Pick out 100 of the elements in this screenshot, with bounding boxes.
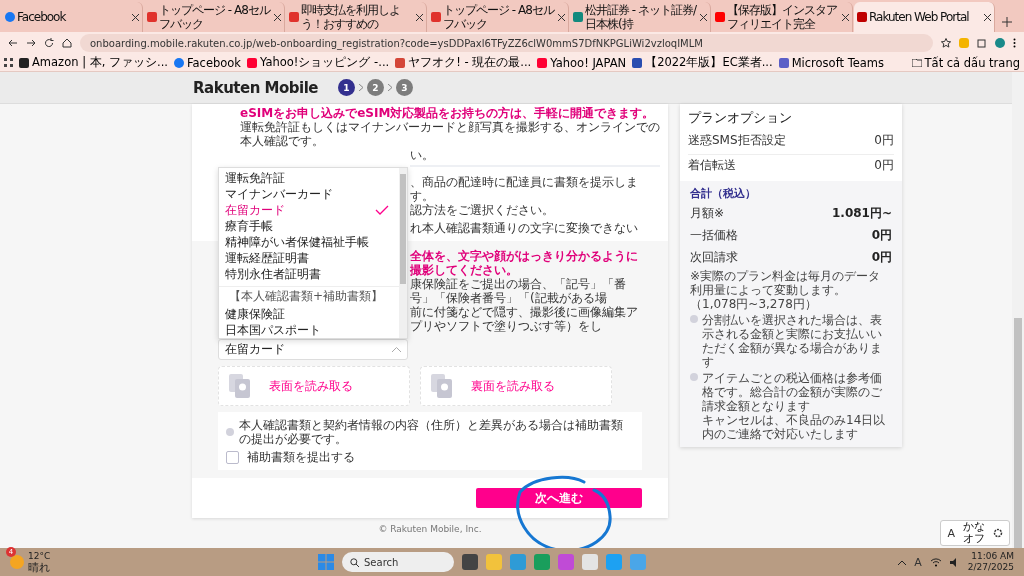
taskbar-search[interactable]: Search: [342, 552, 454, 572]
photo-instruction-text: 前に付箋などで隠す、撮影後に画像編集アプリやソフトで塗りつぶす等）をし: [410, 305, 639, 333]
bullet-text: 分割払いを選択された場合は、表示される金額と実際にお支払いいただく金額が異なる場合があります: [702, 313, 883, 369]
reload-icon[interactable]: [44, 38, 54, 48]
search-icon: [350, 557, 359, 567]
close-icon[interactable]: [558, 13, 565, 21]
favicon-icon: [19, 57, 29, 68]
bookmark-link[interactable]: ヤフオク! - 現在の最...: [395, 55, 532, 70]
step-indicator: 3: [396, 79, 413, 96]
total-label: 一括価格: [690, 228, 738, 242]
dropdown-option[interactable]: 運転免許証: [219, 170, 399, 186]
id-card-icon: [431, 374, 453, 398]
close-icon[interactable]: [274, 13, 281, 21]
ime-mode[interactable]: かな オフ: [963, 521, 985, 545]
logo: Rakuten Mobile: [193, 78, 318, 97]
scan-button[interactable]: 表面を読み取る: [218, 366, 410, 406]
apps-grid-icon[interactable]: [4, 58, 13, 67]
close-icon[interactable]: [842, 13, 849, 21]
option-price: 0円: [874, 158, 894, 172]
bullet-text: アイテムごとの税込価格は参考価格です。総合計の金額が実際のご請求金額となります: [702, 371, 883, 413]
bookmark-link[interactable]: Yahoo! JAPAN: [537, 55, 627, 70]
document-select[interactable]: 在留カード: [218, 339, 408, 360]
dropdown-option[interactable]: 療育手帳: [219, 218, 399, 234]
dropdown-option[interactable]: 在留カード: [219, 202, 399, 218]
bookmark-link[interactable]: Yahoo!ショッピング -...: [247, 55, 390, 70]
clock-time[interactable]: 11:06 AM: [971, 551, 1014, 562]
total-price: 1.081円~: [832, 206, 892, 220]
dropdown-option[interactable]: 特別永住者証明書: [219, 266, 399, 282]
info-icon: [690, 315, 698, 323]
price-note: ※実際のプラン料金は毎月のデータ利用量によって変動します。（1,078円~3,278円）: [690, 269, 882, 311]
scrollbar[interactable]: [399, 168, 407, 338]
total-title: 合計（税込）: [690, 187, 756, 201]
favicon-icon: [537, 57, 548, 68]
total-price: 0円: [871, 228, 892, 242]
copyright-text: © Rakuten Mobile, Inc.: [378, 524, 482, 534]
intro-text: い。: [410, 148, 434, 162]
chevron-icon: [388, 84, 392, 91]
delivery-text: 認方法をご選択ください。: [410, 203, 554, 217]
dropdown-option[interactable]: 運転経歴証明書: [219, 250, 399, 266]
total-label: 月額※: [690, 206, 725, 220]
esim-notice: eSIMをお申し込みでeSIM対応製品をお持ちの方は、手軽に開通できます。: [240, 106, 655, 120]
favicon-icon: [173, 57, 184, 68]
intro-text: 運転免許証もしくはマイナンバーカードと顔写真を撮影する、オンラインでの本人確認です。: [240, 120, 660, 148]
forward-icon[interactable]: [26, 38, 36, 48]
scrollbar[interactable]: [1012, 72, 1024, 548]
supplement-checkbox[interactable]: 補助書類を提出する: [226, 450, 634, 464]
input-language[interactable]: A: [914, 555, 922, 569]
favicon-icon: [395, 57, 406, 68]
folder-icon: [911, 58, 922, 67]
clock-date[interactable]: 2/27/2025: [967, 562, 1014, 573]
option-label: 着信転送: [688, 158, 736, 172]
back-icon[interactable]: [8, 38, 18, 48]
id-card-icon: [229, 374, 251, 398]
bookmark-link[interactable]: 【2022年版】EC業者...: [632, 55, 773, 70]
photo-notice: 全体を、文字や顔がはっきり分かるように撮影してください。: [410, 249, 639, 277]
favicon-icon: [247, 57, 257, 68]
close-icon[interactable]: [984, 13, 991, 21]
conversion-text: れ本人確認書類通りの文字に変換できない: [410, 221, 638, 235]
favicon-icon: [289, 12, 299, 22]
close-icon[interactable]: [132, 13, 139, 21]
dropdown-option[interactable]: 日本国パスポート: [219, 322, 399, 338]
favicon-icon: [431, 12, 441, 22]
info-icon: [690, 373, 698, 381]
chevron-up-icon[interactable]: [898, 559, 907, 565]
settings-icon[interactable]: [993, 528, 1003, 538]
close-icon[interactable]: [416, 13, 423, 21]
supplement-info: 本人確認書類と契約者情報の内容（住所）と差異がある場合は補助書類の提出が必要です。: [239, 418, 624, 446]
chevron-icon: [359, 84, 363, 91]
weather-text: 晴れ: [28, 561, 51, 574]
delivery-text: 、商品の配達時に配達員に書類を提示します。: [410, 175, 639, 203]
temperature-text: 12°C: [28, 550, 51, 562]
home-icon[interactable]: [62, 38, 72, 48]
dropdown-option[interactable]: 精神障がい者保健福祉手帳: [219, 234, 399, 250]
scan-button[interactable]: 裏面を読み取る: [420, 366, 612, 406]
favicon-icon: [715, 12, 725, 22]
photo-instruction-text: 康保険証をご提出の場合、「記号」「番号」「保険者番号」「(記載がある場: [410, 277, 627, 305]
new-tab-icon[interactable]: [1002, 17, 1012, 27]
star-icon[interactable]: [941, 38, 951, 48]
favicon-icon: [5, 12, 15, 22]
bookmark-link[interactable]: Microsoft Teams: [778, 55, 885, 70]
address-field[interactable]: onboarding.mobile.rakuten.co.jp/web-onboarding_registration?code=ysDDPaxl6TFyZZ6clW0mmS7DfNKPGLiWi2vzloqIMLM: [80, 34, 933, 52]
bookmark-link[interactable]: Amazon | 本, ファッシ...: [19, 55, 168, 70]
wifi-icon[interactable]: [929, 557, 942, 567]
menu-icon[interactable]: [1013, 38, 1016, 48]
dropdown-option[interactable]: マイナンバーカード: [219, 186, 399, 202]
favicon-icon: [632, 57, 643, 68]
browser-tab[interactable]: Rakuten Web Portal: [854, 2, 995, 32]
dropdown-option[interactable]: 健康保険証: [219, 306, 399, 322]
chevron-up-icon: [392, 347, 401, 352]
close-icon[interactable]: [700, 13, 707, 21]
favicon-icon: [573, 12, 583, 22]
total-price: 0円: [871, 250, 892, 264]
all-bookmarks-link[interactable]: Tất cả dấu trang: [911, 55, 1020, 70]
info-icon: [226, 428, 234, 436]
bookmark-link[interactable]: Facebook: [173, 55, 241, 70]
ime-letter[interactable]: A: [947, 526, 955, 540]
option-label: 迷惑SMS拒否設定: [688, 133, 786, 147]
next-button[interactable]: 次へ進む: [476, 488, 642, 508]
avatar-icon[interactable]: [995, 38, 1005, 48]
bullet-text: キャンセルは、不良品のみ14日以内のご連絡で対応いたします: [702, 413, 887, 441]
